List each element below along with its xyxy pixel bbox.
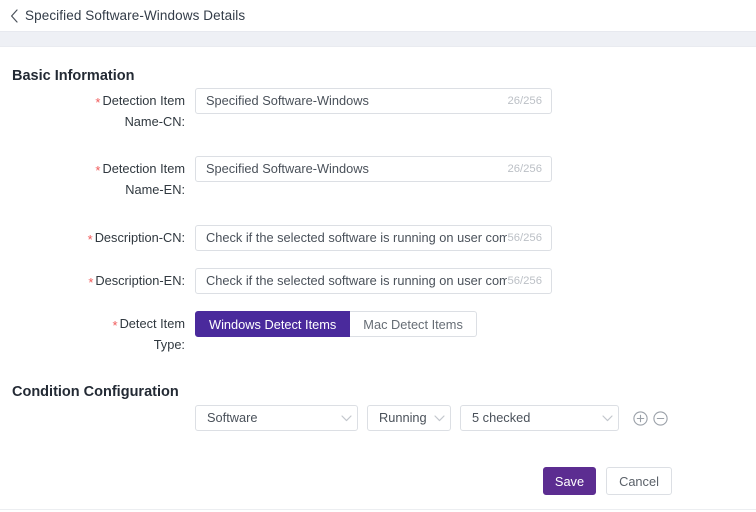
save-button[interactable]: Save [543,467,596,495]
page-title: Specified Software-Windows Details [25,8,246,23]
footer-divider [0,509,756,510]
char-counter: 26/256 [507,163,542,175]
field-row-detect-item-type: * Detect Item Type: Windows Detect Items … [0,311,756,352]
field-label-line1: Detect Item [119,316,185,331]
field-label-description-cn: * Description-CN: [0,225,185,251]
field-row-detection-item-name-cn: * Detection Item Name-CN: Specified Softw… [0,88,756,129]
form-body: Basic Information * Detection Item Name-C… [0,47,756,512]
chevron-down-icon [335,414,357,422]
description-en-input[interactable]: Check if the selected software is runnin… [195,268,552,294]
chevron-down-icon [596,414,618,422]
chevron-down-icon [428,414,450,422]
input-value[interactable]: Specified Software-Windows [196,89,507,113]
required-asterisk: * [95,163,101,178]
detection-item-name-cn-input[interactable]: Specified Software-Windows 26/256 [195,88,552,114]
page-header: Specified Software-Windows Details [0,0,756,31]
required-asterisk: * [87,232,93,247]
condition-targets-select[interactable]: 5 checked [460,405,619,431]
field-label-line2: Type: [153,337,185,352]
input-value[interactable]: Check if the selected software is runnin… [196,269,507,293]
field-label-line2: Name-EN: [125,182,185,197]
field-label-text: Description-EN: [95,273,185,288]
section-title-condition-configuration: Condition Configuration [12,384,179,400]
char-counter: 26/256 [507,95,542,107]
footer-actions: Save Cancel [0,467,756,497]
required-asterisk: * [95,95,101,110]
field-label-detection-item-name-en: * Detection Item [0,156,185,182]
field-row-description-cn: * Description-CN: Check if the selected s… [0,225,756,251]
toggle-mac-detect-items[interactable]: Mac Detect Items [350,311,477,337]
field-label-detection-item-name-cn: * Detection Item [0,88,185,114]
select-value: Software [207,410,258,425]
field-label-description-en: * Description-EN: [0,268,185,294]
detail-page: Specified Software-Windows Details Basic… [0,0,756,512]
add-condition-icon[interactable] [632,410,648,426]
back-chevron-icon[interactable] [7,6,21,26]
char-counter: 56/256 [507,275,542,287]
detection-item-name-en-input[interactable]: Specified Software-Windows 26/256 [195,156,552,182]
char-counter: 56/256 [507,232,542,244]
remove-condition-icon[interactable] [652,410,668,426]
toggle-windows-detect-items[interactable]: Windows Detect Items [195,311,351,337]
field-label-line1: Detection Item [102,161,185,176]
field-label-line1: Detection Item [102,93,185,108]
cancel-button[interactable]: Cancel [606,467,672,495]
input-value[interactable]: Specified Software-Windows [196,157,507,181]
condition-state-select[interactable]: Running [367,405,451,431]
select-value: Running [379,410,427,425]
field-label-text: Description-CN: [94,230,185,245]
input-value[interactable]: Check if the selected software is runnin… [196,226,507,250]
detect-item-type-toggle-group: Windows Detect Items Mac Detect Items [195,311,477,337]
field-label-detect-item-type: * Detect Item [0,311,186,337]
condition-subject-select[interactable]: Software [195,405,358,431]
required-asterisk: * [112,318,118,333]
section-title-basic-information: Basic Information [12,68,135,84]
field-row-description-en: * Description-EN: Check if the selected s… [0,268,756,294]
field-label-line2: Name-CN: [124,114,185,129]
header-divider-band [0,31,756,47]
select-value: 5 checked [472,410,531,425]
condition-row: Software Running 5 checked [195,405,668,431]
required-asterisk: * [88,275,94,290]
field-row-detection-item-name-en: * Detection Item Name-EN: Specified Softw… [0,156,756,197]
description-cn-input[interactable]: Check if the selected software is runnin… [195,225,552,251]
